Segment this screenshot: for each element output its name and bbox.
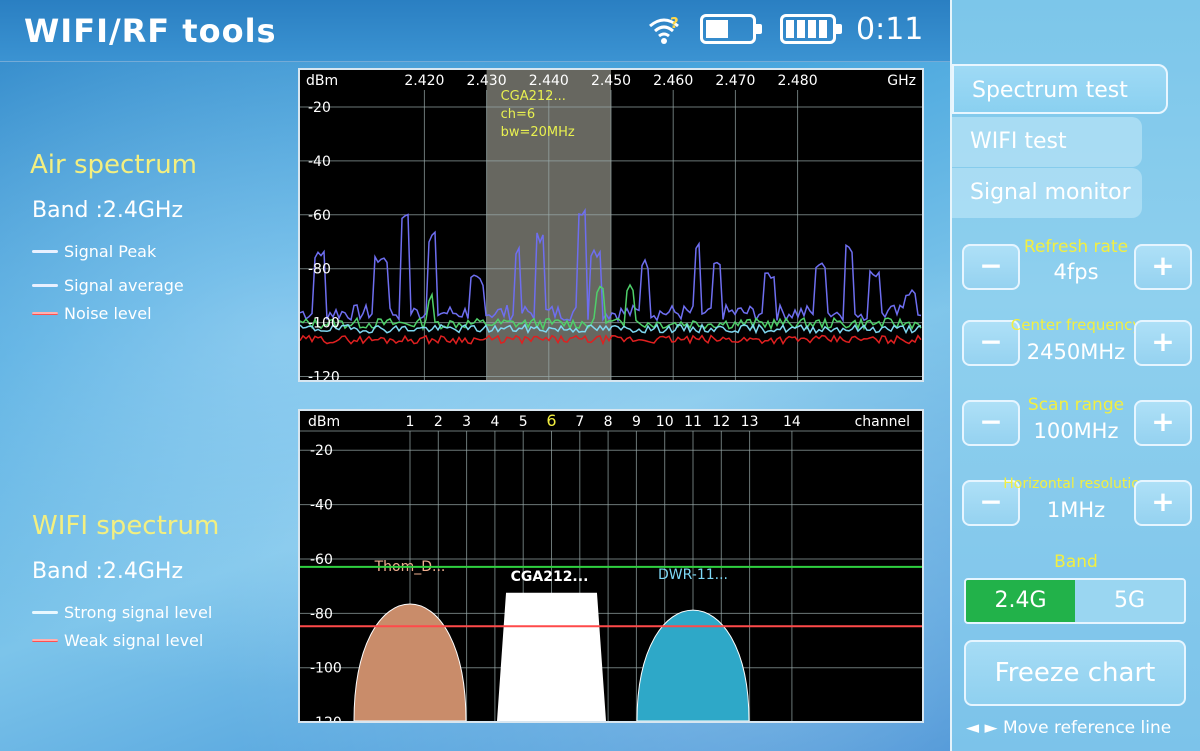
y-tick-label: -120 xyxy=(308,370,340,380)
battery-icon xyxy=(780,14,842,44)
refresh-rate-plus-button[interactable]: + xyxy=(1134,244,1192,290)
network-shape-6 xyxy=(496,592,607,721)
y-tick-label: -80 xyxy=(308,262,331,278)
y-tick-label: -20 xyxy=(308,100,331,116)
x-tick-label: 3 xyxy=(462,414,471,430)
highlight-label: CGA212... xyxy=(501,89,566,104)
y-unit-label: dBm xyxy=(306,73,338,89)
x-tick-label: 14 xyxy=(783,414,801,430)
x-tick-label: 12 xyxy=(712,414,730,430)
band-option-2-4g[interactable]: 2.4G xyxy=(966,580,1075,622)
x-unit-label: GHz xyxy=(887,73,916,89)
legend-noise-level: Noise level xyxy=(32,304,152,323)
legend-signal-peak: Signal Peak xyxy=(32,242,156,261)
legend-line xyxy=(32,611,58,614)
wifi-band-label: Band :2.4GHz xyxy=(32,559,184,584)
x-tick-label: 2.460 xyxy=(653,73,693,89)
battery-icon xyxy=(700,14,762,44)
x-tick-label: 13 xyxy=(741,414,759,430)
air-spectrum-title: Air spectrum xyxy=(30,150,197,180)
x-tick-label: 6 xyxy=(546,411,556,430)
svg-text:?: ? xyxy=(670,14,679,32)
y-tick-label: -100 xyxy=(310,661,342,677)
x-tick-label: 8 xyxy=(604,414,613,430)
y-unit-label: dBm xyxy=(308,414,340,430)
highlight-label: bw=20MHz xyxy=(501,125,575,140)
app-header: WIFI/RF tools ? 0:11 xyxy=(0,0,950,62)
legend-line xyxy=(32,284,58,287)
x-tick-label: 11 xyxy=(684,414,702,430)
y-tick-label: -60 xyxy=(310,552,333,568)
band-option-5g[interactable]: 5G xyxy=(1075,580,1184,622)
legend-label: Weak signal level xyxy=(64,631,204,650)
y-tick-label: -60 xyxy=(308,208,331,224)
scan-range-label: Scan range xyxy=(1027,395,1125,415)
highlight-label: ch=6 xyxy=(501,107,536,122)
refresh-rate-value: 4fps xyxy=(1053,260,1099,284)
legend-label: Signal average xyxy=(64,276,184,295)
wifi-question-icon: ? xyxy=(646,14,682,46)
legend-label: Strong signal level xyxy=(64,603,213,622)
center-frequency-plus-button[interactable]: + xyxy=(1134,320,1192,366)
horizontal-resolution-value: 1MHz xyxy=(1046,498,1106,522)
x-tick-label: 9 xyxy=(632,414,641,430)
network-shape-1 xyxy=(353,603,467,721)
x-tick-label: 2.480 xyxy=(778,73,818,89)
tab-signal-monitor[interactable]: Signal monitor xyxy=(952,168,1142,218)
clock: 0:11 xyxy=(856,12,924,47)
horizontal-resolution-plus-button[interactable]: + xyxy=(1134,480,1192,526)
y-tick-label: -80 xyxy=(310,606,333,622)
legend-label: Noise level xyxy=(64,304,152,323)
network-label: CGA212... xyxy=(511,569,589,585)
legend-label: Signal Peak xyxy=(64,242,157,261)
x-tick-label: 2.440 xyxy=(529,73,569,89)
network-label: DWR-11... xyxy=(658,567,728,583)
wifi-spectrum-chart[interactable]: Thom_D... CGA212... DWR-11... dBm channel 1 2 3… xyxy=(298,409,924,723)
legend-line xyxy=(32,639,58,642)
legend-line xyxy=(32,250,58,253)
freeze-chart-button[interactable]: Freeze chart xyxy=(964,640,1186,706)
x-tick-label: 2.420 xyxy=(404,73,444,89)
refresh-rate-label: Refresh rate xyxy=(1023,237,1129,257)
x-tick-label: 2.450 xyxy=(591,73,631,89)
move-reference-line-hint: ◄ ► Move reference line xyxy=(966,718,1172,738)
scan-range-value: 100MHz xyxy=(1033,419,1119,443)
y-tick-label: -120 xyxy=(310,715,342,721)
y-tick-label: -40 xyxy=(310,498,333,514)
y-tick-label: -100 xyxy=(308,316,340,332)
air-spectrum-chart[interactable]: dBm GHz 2.420 2.430 2.440 2.450 2.460 2.470 2.48… xyxy=(298,68,924,382)
center-frequency-label: Center frequency xyxy=(1010,316,1142,334)
x-tick-label: 7 xyxy=(575,414,584,430)
tab-spectrum-test[interactable]: Spectrum test xyxy=(952,64,1168,114)
x-tick-label: 4 xyxy=(490,414,499,430)
y-tick-label: -20 xyxy=(310,443,333,459)
center-frequency-value: 2450MHz xyxy=(1026,340,1126,364)
x-tick-label: 10 xyxy=(656,414,674,430)
wifi-spectrum-title: WIFI spectrum xyxy=(32,511,220,541)
x-tick-label: 5 xyxy=(519,414,528,430)
band-title: Band xyxy=(1054,552,1098,572)
tab-wifi-test[interactable]: WIFI test xyxy=(952,117,1142,167)
horizontal-resolution-label: Horizontal resolution xyxy=(1003,476,1149,492)
legend-weak-signal: Weak signal level xyxy=(32,631,203,650)
legend-line xyxy=(32,312,58,315)
app-title: WIFI/RF tools xyxy=(24,12,277,50)
x-unit-label: channel xyxy=(855,414,910,430)
x-tick-label: 1 xyxy=(406,414,415,430)
legend-strong-signal: Strong signal level xyxy=(32,603,212,622)
air-band-label: Band :2.4GHz xyxy=(32,198,184,223)
scan-range-plus-button[interactable]: + xyxy=(1134,400,1192,446)
x-tick-label: 2 xyxy=(434,414,443,430)
legend-signal-average: Signal average xyxy=(32,276,184,295)
x-tick-label: 2.470 xyxy=(715,73,755,89)
x-tick-label: 2.430 xyxy=(467,73,507,89)
y-tick-label: -40 xyxy=(308,154,331,170)
band-toggle: 2.4G 5G xyxy=(964,578,1186,624)
